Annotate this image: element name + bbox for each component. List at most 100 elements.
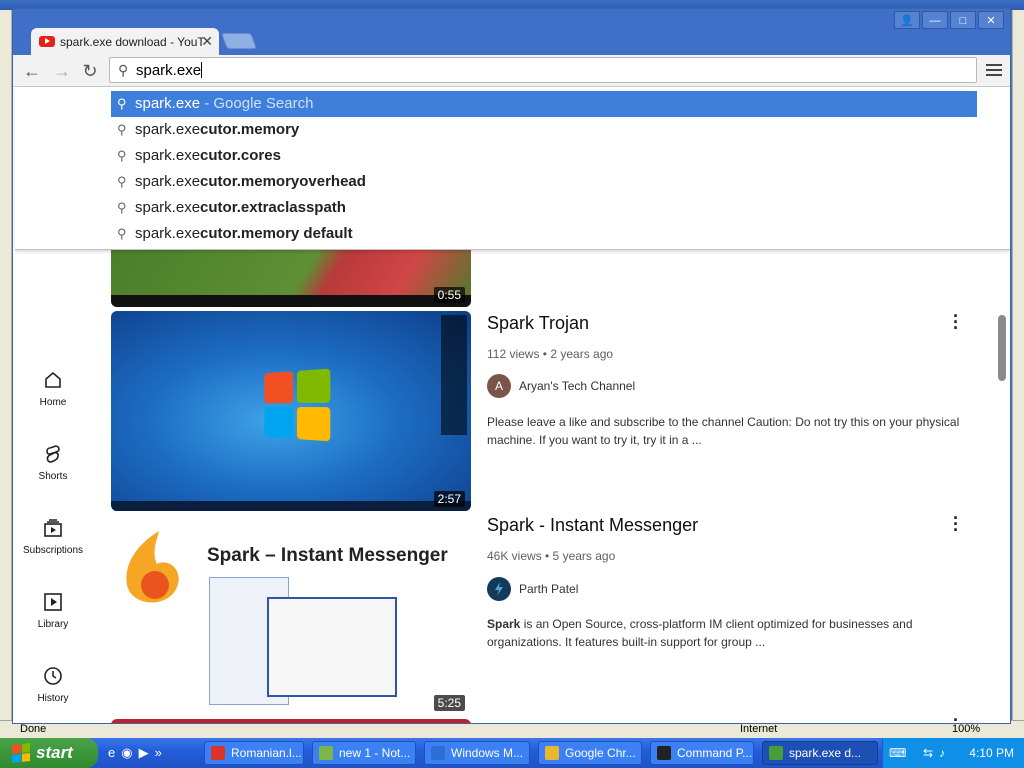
omnibox[interactable]: ⚲ spark.exe [109,57,977,83]
channel-link[interactable]: A Aryan's Tech Channel [487,374,635,398]
search-icon: ⚲ [117,226,127,241]
video-thumbnail[interactable]: Spark – Instant Messenger 5:25 [111,515,471,715]
search-icon: ⚲ [117,96,127,111]
video-duration: 2:57 [433,491,465,507]
volume-icon[interactable]: ♪ [939,746,953,760]
omnibox-input[interactable]: spark.exe [136,62,203,79]
sidebar-item-label: History [37,693,69,704]
windows-logo-icon [264,368,332,443]
sidebar-item-home[interactable]: Home [13,369,93,408]
suggestion-item[interactable]: ⚲ spark.executor.cores [111,143,977,169]
user-button[interactable]: 👤 [894,11,920,29]
suggestion-item[interactable]: ⚲ spark.executor.memory [111,117,977,143]
page-scrollbar[interactable] [998,315,1006,381]
quick-launch-expand-icon[interactable]: » [155,745,162,761]
sidebar-item-library[interactable]: Library [13,591,93,630]
avatar[interactable] [487,577,511,601]
sidebar-item-shorts[interactable]: Shorts [13,443,93,482]
video-duration: 5:25 [433,695,465,711]
media-icon[interactable]: ◉ [121,745,132,761]
ie-icon[interactable]: e [108,745,115,761]
search-icon: ⚲ [117,122,127,137]
app-icon [545,746,559,760]
taskbar: start e ◉ ▶ » Romanian.l... new 1 - Not.… [0,738,1024,768]
sidebar-item-label: Shorts [38,471,68,482]
network-icon[interactable]: ⇆ [923,746,937,760]
app-icon [431,746,445,760]
chrome-titlebar[interactable]: spark.exe download - YouTube ✕ 👤 — □ ✕ [13,9,1010,55]
browser-toolbar: ← → ↻ ⚲ spark.exe [13,55,1010,87]
close-button[interactable]: ✕ [978,11,1004,29]
app-icon [319,746,333,760]
im-window-chat [267,597,397,697]
taskbar-task[interactable]: new 1 - Not... [312,741,416,765]
thumbnail-heading: Spark – Instant Messenger [207,545,448,566]
chrome-window: spark.exe download - YouTube ✕ 👤 — □ ✕ ←… [12,8,1011,724]
background-window-right-edge [1012,10,1024,720]
sidebar-item-label: Home [39,397,67,408]
history-icon [42,665,64,687]
status-done: Done [20,723,47,735]
clock[interactable]: 4:10 PM [969,746,1014,760]
taskbar-task-active[interactable]: spark.exe d... [762,741,878,765]
video-thumbnail[interactable]: 2:57 [111,311,471,511]
suggestion-item[interactable]: ⚲ spark.executor.memoryoverhead [111,169,977,195]
video-title[interactable]: Spark - Instant Messenger [487,515,698,536]
status-zone: Internet [740,723,778,735]
start-button[interactable]: start [0,738,98,768]
search-icon: ⚲ [118,62,129,78]
tab-title: spark.exe download - YouTube [60,34,205,49]
sidebar-item-label: Library [37,619,69,630]
sidebar-item-subscriptions[interactable]: Subscriptions [13,517,93,556]
suggestion-item[interactable]: ⚲ spark.executor.memory default [111,221,977,247]
taskbar-task[interactable]: Romanian.l... [204,741,304,765]
more-actions-icon[interactable]: · · · [951,509,961,539]
more-actions-icon[interactable]: · [951,711,961,723]
desktop-gadgets [441,315,467,435]
channel-name[interactable]: Parth Patel [519,582,578,596]
app-icon [657,746,671,760]
text-caret [201,62,203,78]
sidebar-item-history[interactable]: History [13,665,93,704]
back-button[interactable]: ← [21,61,43,81]
window-controls: 👤 — □ ✕ [894,11,1004,29]
library-icon [42,591,64,613]
video-meta: 112 views • 2 years ago [487,347,614,361]
new-tab-button[interactable] [221,33,257,49]
omnibox-suggestions: ⚲ spark.exe - Google Search ⚲ spark.execut… [15,87,1010,250]
keyboard-icon[interactable]: ⌨ [889,746,906,760]
more-actions-icon[interactable]: · · · [951,307,961,337]
taskbar-task[interactable]: Command P... [650,741,754,765]
video-thumbnail[interactable] [111,719,471,723]
status-zoom[interactable]: 100% [952,723,980,735]
tab-close-icon[interactable]: ✕ [201,33,213,50]
app-icon [769,746,783,760]
search-icon: ⚲ [117,174,127,189]
windows-flag-icon [12,743,30,763]
tab-youtube[interactable]: spark.exe download - YouTube ✕ [31,28,219,55]
suggestion-item[interactable]: ⚲ spark.executor.extraclasspath [111,195,977,221]
maximize-button[interactable]: □ [950,11,976,29]
chrome-menu-button[interactable] [984,61,1004,81]
taskbar-task[interactable]: Google Chr... [538,741,642,765]
desktop-taskbar [111,501,471,511]
minimize-button[interactable]: — [922,11,948,29]
home-icon [42,369,64,391]
suggestion-item[interactable]: ⚲ spark.exe - Google Search [111,91,977,117]
channel-link[interactable]: Parth Patel [487,577,578,601]
video-duration: 0:55 [433,287,465,303]
subscriptions-icon [42,517,64,539]
youtube-icon [39,36,55,47]
forward-button[interactable]: → [51,61,73,81]
video-title[interactable]: Spark Trojan [487,313,589,334]
reload-button[interactable]: ↻ [79,61,101,81]
sidebar-item-label: Subscriptions [22,545,84,556]
avatar[interactable]: A [487,374,511,398]
taskbar-task[interactable]: Windows M... [424,741,530,765]
app-icon [211,746,225,760]
video-description: Please leave a like and subscribe to the… [487,415,960,447]
channel-name[interactable]: Aryan's Tech Channel [519,379,635,393]
play-icon[interactable]: ▶ [139,745,149,761]
spark-logo-icon [119,529,185,609]
search-icon: ⚲ [117,200,127,215]
